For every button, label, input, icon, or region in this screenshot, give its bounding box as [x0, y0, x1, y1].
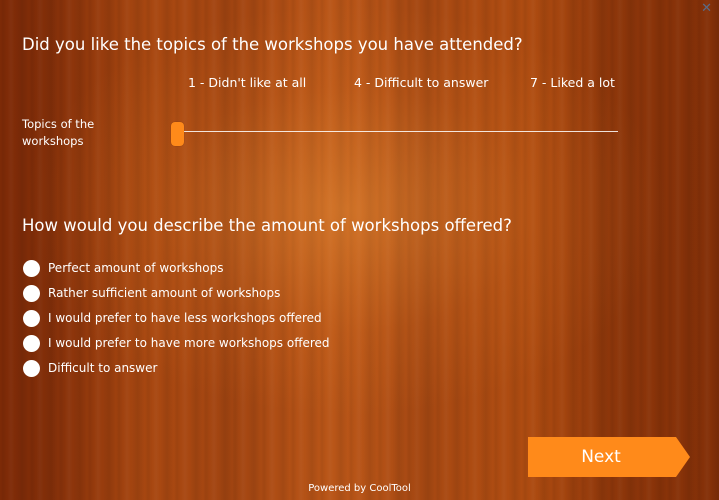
powered-by-footer: Powered by CoolTool — [308, 483, 411, 494]
slider-handle[interactable] — [171, 122, 184, 146]
option-prefer-more[interactable]: I would prefer to have more workshops of… — [23, 334, 330, 352]
scale-label-min: 1 - Didn't like at all — [188, 75, 307, 90]
slider-row-label: Topics of the workshops — [22, 117, 95, 148]
option-difficult-to-answer[interactable]: Difficult to answer — [23, 359, 157, 377]
question-title-amount: How would you describe the amount of wor… — [22, 216, 512, 235]
option-rather-sufficient[interactable]: Rather sufficient amount of workshops — [23, 284, 280, 302]
option-label: Rather sufficient amount of workshops — [48, 286, 281, 300]
slider-track[interactable] — [178, 131, 618, 132]
next-button-label: Next — [581, 447, 621, 467]
close-icon[interactable]: ✕ — [701, 1, 712, 17]
radio-button[interactable] — [23, 259, 40, 277]
option-label: Difficult to answer — [48, 361, 158, 375]
radio-button[interactable] — [23, 359, 40, 377]
option-label: I would prefer to have more workshops of… — [48, 336, 330, 350]
scale-label-mid: 4 - Difficult to answer — [354, 75, 489, 90]
question-title-topics: Did you like the topics of the workshops… — [22, 35, 523, 54]
next-button[interactable]: Next — [528, 437, 690, 477]
radio-button[interactable] — [23, 334, 40, 352]
option-label: Perfect amount of workshops — [48, 261, 224, 275]
radio-button[interactable] — [23, 309, 40, 327]
radio-button[interactable] — [23, 284, 40, 302]
option-label: I would prefer to have less workshops of… — [48, 311, 322, 325]
option-perfect-amount[interactable]: Perfect amount of workshops — [23, 259, 223, 277]
scale-label-max: 7 - Liked a lot — [530, 75, 615, 90]
option-prefer-less[interactable]: I would prefer to have less workshops of… — [23, 309, 322, 327]
